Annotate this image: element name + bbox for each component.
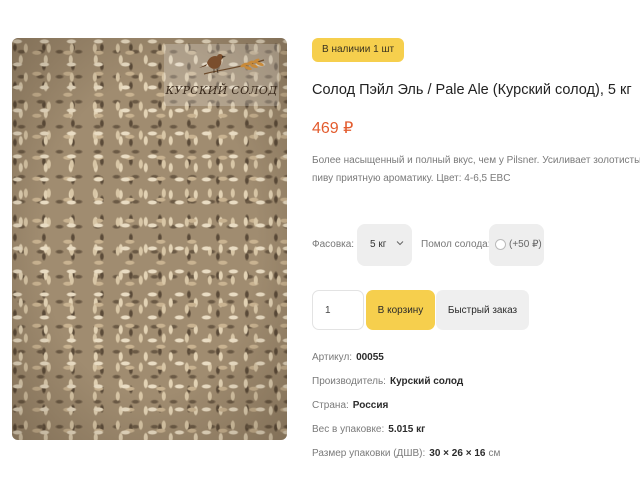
spec-value: 30 × 26 × 16	[429, 448, 486, 459]
spec-value: Курский солод	[389, 376, 464, 387]
spec-row-dimensions: Размер упаковки (ДШВ): 30 × 26 × 16 см	[312, 448, 500, 459]
spec-value: Россия	[352, 400, 389, 411]
spec-key: Производитель:	[312, 376, 386, 387]
grind-price: (+50 ₽)	[509, 239, 542, 250]
product-description: Более насыщенный и полный вкус, чем у Pi…	[312, 152, 640, 188]
spec-row-manufacturer: Производитель: Курский солод	[312, 376, 463, 387]
spec-unit: см	[488, 448, 501, 459]
quick-order-button[interactable]: Быстрый заказ	[436, 290, 529, 330]
quantity-input[interactable]	[312, 290, 364, 330]
spec-key: Страна:	[312, 400, 349, 411]
spec-key: Артикул:	[312, 352, 353, 363]
stock-badge: В наличии 1 шт	[312, 38, 405, 62]
add-to-cart-button[interactable]: В корзину	[366, 290, 435, 330]
grind-checkbox[interactable]	[495, 239, 506, 250]
spec-row-weight: Вес в упаковке: 5.015 кг	[312, 424, 425, 435]
bird-on-wheat-icon	[199, 54, 265, 75]
pack-label: Фасовка:	[312, 239, 355, 250]
description-line: Более насыщенный и полный вкус, чем у Pi…	[312, 155, 640, 166]
product-title: Солод Пэйл Эль / Pale Ale (Курский солод…	[312, 82, 632, 98]
grind-toggle[interactable]: (+50 ₽)	[489, 224, 544, 266]
description-line: пиву приятную ароматику. Цвет: 4-6,5 EBC	[312, 173, 511, 184]
pack-select[interactable]: 5 кг	[357, 224, 412, 266]
spec-row-country: Страна: Россия	[312, 400, 388, 411]
pack-value: 5 кг	[370, 239, 387, 250]
spec-key: Размер упаковки (ДШВ):	[312, 448, 426, 459]
grind-label: Помол солода:	[421, 239, 491, 250]
product-options: Фасовка: 5 кг Помол солода: (+50 ₽)	[312, 224, 640, 266]
logo-text: КУРСКИЙ СОЛОД	[165, 84, 278, 97]
spec-value: 5.015 кг	[388, 424, 426, 435]
brand-logo: КУРСКИЙ СОЛОД	[164, 44, 279, 106]
spec-key: Вес в упаковке:	[312, 424, 385, 435]
product-price: 469 ₽	[312, 120, 354, 137]
chevron-down-icon	[396, 239, 404, 250]
spec-value: 00055	[356, 352, 384, 363]
spec-row-sku: Артикул: 00055	[312, 352, 384, 363]
